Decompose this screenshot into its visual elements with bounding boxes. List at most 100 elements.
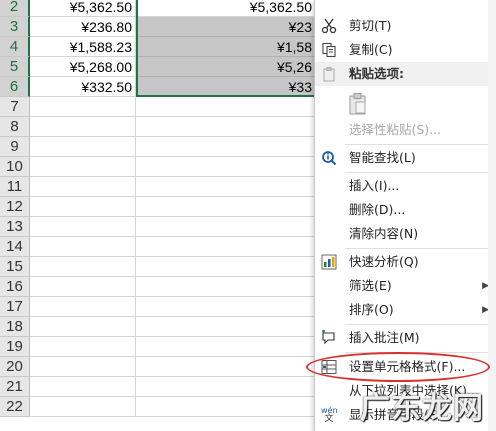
copy-icon	[322, 42, 336, 58]
row-header[interactable]: 2	[0, 0, 30, 17]
paste-clipboard-icon[interactable]	[347, 92, 369, 116]
menu-item-copy[interactable]: 复制(C)	[315, 38, 496, 62]
row-header[interactable]: 3	[0, 17, 30, 37]
row-header[interactable]: 11	[0, 177, 30, 197]
scissors-icon	[321, 18, 337, 34]
cell-column-a[interactable]: ¥236.80	[30, 17, 136, 37]
paste-icon	[323, 67, 335, 82]
cell-column-a[interactable]	[30, 217, 136, 237]
phonetic-icon: wén 文	[321, 406, 338, 424]
cell-column-b[interactable]	[136, 257, 316, 277]
cell-column-b[interactable]	[136, 357, 316, 377]
cell-column-a[interactable]	[30, 117, 136, 137]
menu-item-delete[interactable]: 删除(D)...	[315, 198, 496, 222]
menu-item-label: 筛选(E)	[349, 278, 392, 293]
cell-column-a[interactable]	[30, 197, 136, 217]
row-header[interactable]: 6	[0, 77, 30, 97]
menu-separator	[345, 172, 495, 173]
menu-separator	[345, 352, 495, 353]
row-header[interactable]: 9	[0, 137, 30, 157]
cell-column-a[interactable]: ¥5,268.00	[30, 57, 136, 77]
row-header[interactable]: 17	[0, 297, 30, 317]
cell-column-a[interactable]	[30, 237, 136, 257]
cell-column-a[interactable]	[30, 277, 136, 297]
watermark: 广东龙网	[360, 391, 484, 426]
cell-column-b[interactable]	[136, 217, 316, 237]
menu-item-clear-contents[interactable]: 清除内容(N)	[315, 222, 496, 246]
menu-item-format-cells[interactable]: 设置单元格格式(F)...	[315, 355, 496, 379]
menu-item-label: 删除(D)...	[349, 202, 406, 217]
row-header[interactable]: 7	[0, 97, 30, 117]
row-header[interactable]: 19	[0, 337, 30, 357]
menu-item-insert[interactable]: 插入(I)...	[315, 174, 496, 198]
menu-item-label: 选择性粘贴(S)...	[349, 122, 442, 137]
menu-separator	[345, 324, 495, 325]
quick-analysis-icon	[321, 254, 337, 270]
cell-column-a[interactable]	[30, 137, 136, 157]
cell-column-b[interactable]	[136, 97, 316, 117]
cell-column-b[interactable]	[136, 137, 316, 157]
smart-lookup-icon	[322, 151, 337, 166]
cell-column-a[interactable]	[30, 177, 136, 197]
menu-item-cut[interactable]: 剪切(T)	[315, 14, 496, 38]
cell-column-b[interactable]: ¥5,362.50	[136, 0, 316, 17]
menu-item-paste-special[interactable]: 选择性粘贴(S)...	[315, 118, 496, 142]
cell-column-b[interactable]: ¥23	[136, 17, 316, 37]
row-header[interactable]: 22	[0, 397, 30, 417]
cell-column-a[interactable]	[30, 97, 136, 117]
cell-column-b[interactable]: ¥5,26	[136, 57, 316, 77]
cell-column-a[interactable]	[30, 377, 136, 397]
cell-column-a[interactable]	[30, 257, 136, 277]
row-header[interactable]: 14	[0, 237, 30, 257]
cell-column-a[interactable]	[30, 297, 136, 317]
cell-column-a[interactable]: ¥5,362.50	[30, 0, 136, 17]
menu-item-label: 插入(I)...	[349, 178, 400, 193]
menu-item-sort[interactable]: 排序(O) ▶	[315, 298, 496, 322]
cell-column-a[interactable]: ¥1,588.23	[30, 37, 136, 57]
menu-item-quick-analysis[interactable]: 快速分析(Q)	[315, 250, 496, 274]
menu-item-filter[interactable]: 筛选(E) ▶	[315, 274, 496, 298]
cell-column-b[interactable]	[136, 157, 316, 177]
cell-column-b[interactable]	[136, 117, 316, 137]
cell-column-a[interactable]	[30, 157, 136, 177]
row-header[interactable]: 15	[0, 257, 30, 277]
row-header[interactable]: 4	[0, 37, 30, 57]
cell-column-a[interactable]	[30, 337, 136, 357]
row-header[interactable]: 12	[0, 197, 30, 217]
cell-column-b[interactable]	[136, 177, 316, 197]
cell-column-b[interactable]: ¥33	[136, 77, 316, 97]
row-header[interactable]: 13	[0, 217, 30, 237]
row-header[interactable]: 18	[0, 317, 30, 337]
cell-column-a[interactable]	[30, 397, 136, 417]
menu-item-label: 清除内容(N)	[349, 226, 419, 241]
cell-column-a[interactable]: ¥332.50	[30, 77, 136, 97]
cell-column-b[interactable]	[136, 277, 316, 297]
cell-column-b[interactable]	[136, 397, 316, 417]
row-header[interactable]: 16	[0, 277, 30, 297]
paste-options-header: 粘贴选项:	[315, 62, 496, 86]
row-header[interactable]: 20	[0, 357, 30, 377]
cell-column-b[interactable]: ¥1,58	[136, 37, 316, 57]
menu-separator	[345, 144, 495, 145]
cell-column-b[interactable]	[136, 237, 316, 257]
cell-column-b[interactable]	[136, 297, 316, 317]
comment-icon	[322, 330, 335, 345]
cell-column-b[interactable]	[136, 317, 316, 337]
menu-item-label: 粘贴选项:	[349, 66, 404, 81]
cell-column-a[interactable]	[30, 317, 136, 337]
row-header[interactable]: 8	[0, 117, 30, 137]
menu-item-label: 剪切(T)	[349, 18, 392, 33]
format-cells-icon	[321, 360, 337, 374]
menu-item-insert-comment[interactable]: 插入批注(M)	[315, 326, 496, 350]
cell-column-a[interactable]	[30, 357, 136, 377]
cell-column-b[interactable]	[136, 337, 316, 357]
row-header[interactable]: 10	[0, 157, 30, 177]
menu-item-label: 智能查找(L)	[349, 150, 416, 165]
menu-item-label: 排序(O)	[349, 302, 394, 317]
row-header[interactable]: 5	[0, 57, 30, 77]
vertical-scrollbar[interactable]	[488, 0, 496, 431]
cell-column-b[interactable]	[136, 197, 316, 217]
menu-item-smart-lookup[interactable]: 智能查找(L)	[315, 146, 496, 170]
cell-column-b[interactable]	[136, 377, 316, 397]
row-header[interactable]: 21	[0, 377, 30, 397]
